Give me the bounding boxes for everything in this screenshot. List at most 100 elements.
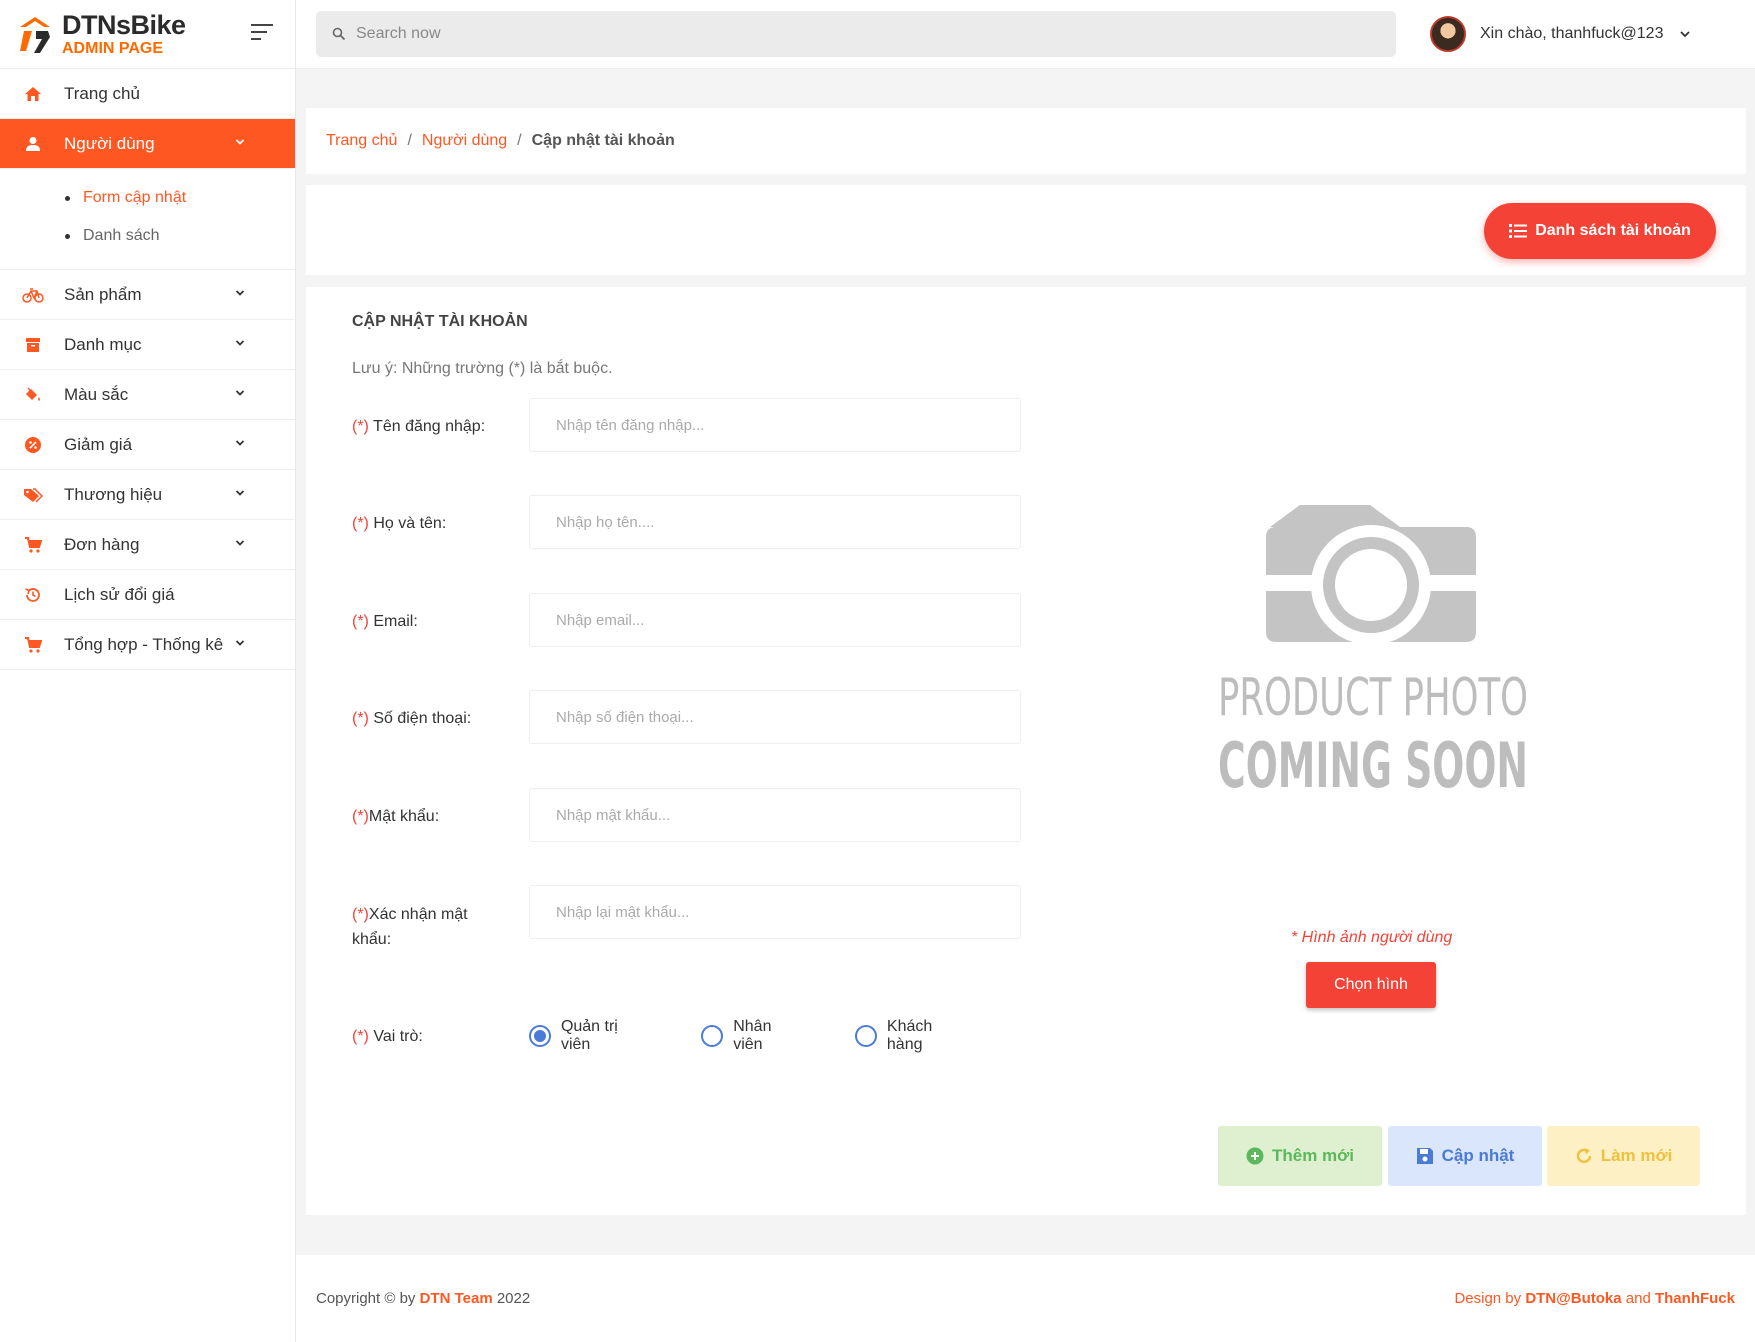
sidebar-item-orders[interactable]: Đơn hàng: [0, 520, 295, 570]
username-label-text: Tên đăng nhập:: [368, 418, 486, 435]
sidebar-item-colors[interactable]: Màu sắc: [0, 370, 295, 420]
fullname-field[interactable]: [529, 495, 1021, 549]
chevron-down-icon: [235, 390, 245, 396]
role-radio-staff[interactable]: Nhân viên: [701, 1018, 805, 1054]
designer-2[interactable]: ThanhFuck: [1655, 1290, 1735, 1307]
team-link[interactable]: DTN Team: [420, 1290, 493, 1307]
account-list-button-label: Danh sách tài khoản: [1535, 222, 1691, 239]
refresh-icon: [1576, 1148, 1591, 1164]
home-icon: [22, 83, 44, 105]
sidebar-item-users[interactable]: Người dùng: [0, 119, 295, 169]
save-icon: [1416, 1148, 1433, 1164]
email-label-text: Email:: [368, 613, 418, 630]
design-and: and: [1621, 1290, 1655, 1307]
design-prefix: Design by: [1454, 1290, 1526, 1307]
copyright: Copyright © by DTN Team 2022: [316, 1290, 530, 1307]
chevron-down-icon: [235, 540, 245, 546]
breadcrumb-current: Cập nhật tài khoản: [531, 132, 675, 149]
fullname-label: (*) Họ và tên:: [352, 511, 492, 536]
sidebar: DTNsBike ADMIN PAGE Trang chủ Người dùng…: [0, 0, 296, 1342]
copyright-prefix: Copyright © by: [316, 1290, 420, 1307]
sidebar-item-label: Người dùng: [64, 133, 155, 153]
cart-icon: [22, 534, 44, 556]
account-list-button[interactable]: Danh sách tài khoản: [1484, 203, 1716, 259]
update-button[interactable]: Cập nhật: [1388, 1126, 1542, 1186]
breadcrumb-separator: /: [407, 132, 412, 149]
sidebar-item-label: Trang chủ: [64, 83, 140, 103]
discount-badge-icon: [22, 434, 44, 456]
search-input[interactable]: [356, 25, 1256, 43]
username-label: (*) Tên đăng nhập:: [352, 414, 492, 439]
menu-toggle-icon[interactable]: [251, 24, 275, 42]
sidebar-item-discounts[interactable]: Giảm giá: [0, 420, 295, 470]
sidebar-item-price-history[interactable]: Lịch sử đổi giá: [0, 570, 295, 620]
role-radio-admin[interactable]: Quản trị viên: [529, 1018, 651, 1054]
sub-item-update-form[interactable]: Form cập nhật: [0, 179, 295, 217]
required-mark: (*): [352, 515, 369, 532]
footer: Copyright © by DTN Team 2022 Design by D…: [296, 1255, 1755, 1342]
brand-subtitle: ADMIN PAGE: [62, 39, 164, 57]
sidebar-item-label: Đơn hàng: [64, 534, 140, 554]
history-icon: [22, 584, 44, 606]
add-new-button[interactable]: Thêm mới: [1218, 1126, 1382, 1186]
user-menu[interactable]: Xin chào, thanhfuck@123: [1430, 16, 1691, 52]
tags-icon: [22, 484, 44, 506]
sidebar-item-statistics[interactable]: Tổng hợp - Thống kê: [0, 620, 295, 670]
password-field[interactable]: [529, 788, 1021, 842]
add-new-button-label: Thêm mới: [1272, 1146, 1354, 1165]
required-mark: (*): [352, 906, 369, 923]
choose-image-button[interactable]: Chọn hình: [1306, 962, 1436, 1008]
sub-item-label: Form cập nhật: [83, 189, 187, 206]
breadcrumb-separator: /: [517, 132, 522, 149]
topbar: Xin chào, thanhfuck@123: [296, 0, 1755, 69]
bullet-icon: [65, 195, 70, 201]
users-submenu: Form cập nhật Danh sách: [0, 169, 295, 270]
sidebar-item-label: Màu sắc: [64, 384, 129, 404]
sidebar-item-products[interactable]: Sản phẩm: [0, 270, 295, 320]
photo-line2: COMING SOON: [1218, 729, 1528, 802]
brand-name: DTNsBike: [62, 9, 186, 40]
sidebar-item-label: Thương hiệu: [64, 484, 163, 504]
copyright-year: 2022: [492, 1290, 531, 1307]
role-option-label: Khách hàng: [886, 1018, 933, 1053]
sidebar-item-label: Giảm giá: [64, 434, 133, 454]
photo-line1: PRODUCT PHOTO: [1218, 668, 1528, 728]
role-radio-customer[interactable]: Khách hàng: [854, 1018, 972, 1054]
breadcrumb-users[interactable]: Người dùng: [422, 132, 507, 150]
required-mark: (*): [352, 710, 369, 727]
reset-button[interactable]: Làm mới: [1547, 1126, 1700, 1186]
camera-icon: [1266, 505, 1476, 645]
phone-label: (*) Số điện thoại:: [352, 706, 492, 731]
sidebar-item-brands[interactable]: Thương hiệu: [0, 470, 295, 520]
user-greeting: Xin chào, thanhfuck@123: [1480, 25, 1664, 42]
phone-field[interactable]: [529, 690, 1021, 744]
sidebar-item-label: Sản phẩm: [64, 284, 142, 304]
plus-circle-icon: [1246, 1147, 1264, 1165]
sidebar-item-home[interactable]: Trang chủ: [0, 69, 295, 119]
form-title: CẬP NHẬT TÀI KHOẢN: [352, 313, 528, 330]
sidebar-item-categories[interactable]: Danh mục: [0, 320, 295, 370]
email-label: (*) Email:: [352, 609, 492, 634]
radio-unchecked-icon: [701, 1025, 724, 1047]
username-field[interactable]: [529, 398, 1021, 452]
phone-label-text: Số điện thoại:: [368, 710, 472, 727]
confirm-password-field[interactable]: [529, 885, 1021, 939]
chevron-down-icon: [1680, 31, 1691, 38]
email-field[interactable]: [529, 593, 1021, 647]
chevron-down-icon: [235, 340, 245, 346]
chevron-down-icon: [235, 290, 245, 296]
confirm-password-label-text: Xác nhận mật khẩu:: [352, 906, 468, 948]
cart-icon: [22, 634, 44, 656]
password-label-text: Mật khẩu:: [368, 808, 440, 825]
sub-item-list[interactable]: Danh sách: [0, 217, 295, 255]
chevron-down-icon: [235, 139, 245, 145]
confirm-password-label: (*)Xác nhận mật khẩu:: [352, 902, 492, 952]
search-box[interactable]: [316, 11, 1396, 57]
designer-1[interactable]: DTN@Butoka: [1525, 1290, 1621, 1307]
role-option-label: Nhân viên: [733, 1018, 772, 1053]
role-label: (*) Vai trò:: [352, 1024, 492, 1049]
brand-logo-icon: [20, 17, 50, 53]
role-radio-group: Quản trị viên Nhân viên Khách hàng: [529, 1018, 1022, 1054]
brand[interactable]: DTNsBike ADMIN PAGE: [0, 0, 295, 69]
breadcrumb-home[interactable]: Trang chủ: [326, 132, 397, 150]
